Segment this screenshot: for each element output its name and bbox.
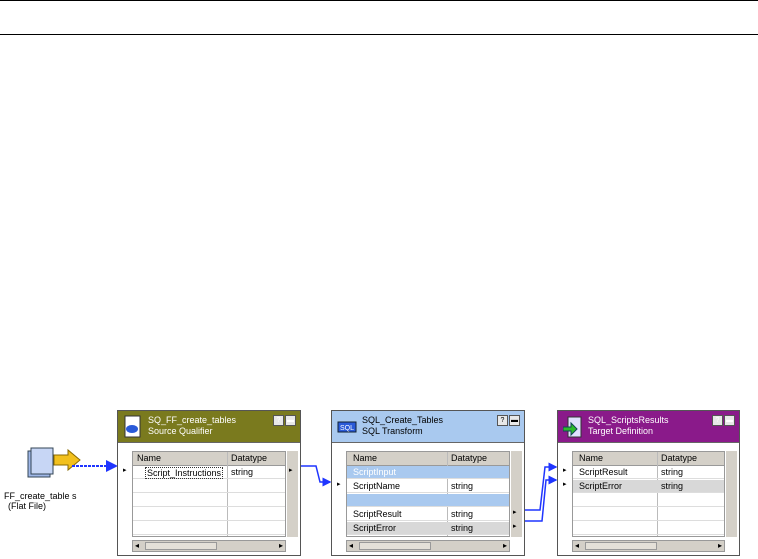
scroll-left-icon[interactable]: ◂: [135, 541, 139, 550]
flat-file-source[interactable]: FF_create_table s (Flat File): [4, 445, 94, 511]
port-name: Script_Instructions: [145, 467, 224, 479]
table-row: [133, 522, 285, 535]
sqltx-subtitle: SQL Transform: [362, 426, 423, 436]
source-name: FF_create_table s: [4, 491, 77, 501]
col-name-header: Name: [137, 453, 162, 463]
source-qualifier-icon: [124, 415, 141, 438]
ports-grid: Name Datatype ScriptResult string Script…: [572, 451, 725, 537]
top-rule: [0, 0, 758, 1]
qualifier-subtitle: Source Qualifier: [148, 426, 213, 436]
table-row: [573, 494, 724, 507]
port-name: ScriptError: [353, 523, 397, 533]
scroll-right-icon[interactable]: ▸: [718, 541, 722, 550]
port-arrow-icon: ▸: [337, 481, 341, 488]
scroll-thumb[interactable]: [359, 542, 431, 550]
table-row[interactable]: Script_Instructions string: [133, 466, 285, 479]
header-rule: [0, 34, 758, 35]
col-name-header: Name: [353, 453, 378, 463]
flat-file-icon: [27, 447, 81, 478]
minimize-icon[interactable]: ▬: [724, 415, 735, 426]
port-name: ScriptError: [579, 481, 623, 491]
port-arrow-icon: ▸: [289, 467, 293, 474]
grid-header: Name Datatype: [573, 452, 724, 466]
table-row[interactable]: ScriptResult string: [347, 508, 509, 521]
port-arrow-icon: ▸: [563, 481, 567, 488]
svg-text:SQL: SQL: [340, 425, 354, 432]
ports-grid: Name Datatype ScriptInput ScriptName str…: [346, 451, 510, 537]
port-name: ScriptName: [353, 481, 401, 491]
horizontal-scrollbar[interactable]: ◂ ▸: [346, 540, 510, 552]
table-row: [573, 522, 724, 535]
table-row: [573, 508, 724, 521]
minimize-icon[interactable]: ▬: [509, 415, 520, 426]
col-name-header: Name: [579, 453, 604, 463]
source-type: (Flat File): [8, 501, 46, 511]
scroll-right-icon[interactable]: ▸: [503, 541, 507, 550]
group-label: ScriptInput: [353, 467, 397, 477]
table-row[interactable]: ScriptName string: [347, 480, 509, 493]
minimize-icon[interactable]: ▬: [285, 415, 296, 426]
ports-grid: Name Datatype Script_Instructions string: [132, 451, 286, 537]
table-row[interactable]: ScriptError string: [347, 522, 509, 535]
grid-header: Name Datatype: [347, 452, 509, 466]
qualifier-titlebar[interactable]: SQ_FF_create_tables Source Qualifier ? ▬: [118, 411, 300, 443]
col-type-header: Datatype: [451, 453, 488, 463]
source-qualifier-node[interactable]: SQ_FF_create_tables Source Qualifier ? ▬…: [117, 410, 301, 556]
port-type: string: [451, 481, 474, 491]
port-arrow-icon: ▸: [513, 523, 517, 530]
input-port-strip: ▸: [122, 451, 131, 537]
sqltx-titlebar[interactable]: SQL SQL_Create_Tables SQL Transform ? ▬: [332, 411, 524, 443]
target-titlebar[interactable]: SQL_ScriptsResults Target Definition ? ▬: [558, 411, 739, 443]
port-name: ScriptResult: [353, 509, 402, 519]
port-type: string: [451, 509, 474, 519]
input-port-strip: ▸: [336, 451, 345, 537]
help-icon[interactable]: ?: [273, 415, 284, 426]
qualifier-title: SQ_FF_create_tables: [148, 415, 237, 425]
port-type: string: [231, 467, 254, 477]
port-arrow-icon: ▸: [513, 509, 517, 516]
output-port-strip: [726, 451, 737, 537]
group-row-output[interactable]: [347, 494, 509, 507]
port-arrow-icon: ▸: [123, 467, 127, 474]
target-subtitle: Target Definition: [588, 426, 654, 436]
port-type: string: [661, 467, 684, 477]
col-type-header: Datatype: [231, 453, 268, 463]
output-port-strip: ▸: [287, 451, 298, 537]
scroll-left-icon[interactable]: ◂: [575, 541, 579, 550]
scroll-left-icon[interactable]: ◂: [349, 541, 353, 550]
help-icon[interactable]: ?: [497, 415, 508, 426]
table-row[interactable]: ScriptResult string: [573, 466, 724, 479]
target-definition-icon: [563, 416, 582, 438]
input-port-strip: ▸ ▸: [562, 451, 571, 537]
help-icon[interactable]: ?: [712, 415, 723, 426]
scroll-thumb[interactable]: [585, 542, 657, 550]
horizontal-scrollbar[interactable]: ◂ ▸: [132, 540, 286, 552]
table-row: [133, 480, 285, 493]
output-port-strip: ▸ ▸: [511, 451, 522, 537]
port-type: string: [451, 523, 474, 533]
scroll-thumb[interactable]: [145, 542, 217, 550]
horizontal-scrollbar[interactable]: ◂ ▸: [572, 540, 725, 552]
port-type: string: [661, 481, 684, 491]
target-definition-node[interactable]: SQL_ScriptsResults Target Definition ? ▬…: [557, 410, 740, 556]
port-name: ScriptResult: [579, 467, 628, 477]
sql-transform-icon: SQL: [337, 421, 357, 433]
scroll-right-icon[interactable]: ▸: [279, 541, 283, 550]
col-type-header: Datatype: [661, 453, 698, 463]
table-row[interactable]: ScriptError string: [573, 480, 724, 493]
port-arrow-icon: ▸: [563, 467, 567, 474]
group-row-input[interactable]: ScriptInput: [347, 466, 509, 479]
grid-header: Name Datatype: [133, 452, 285, 466]
sqltx-title: SQL_Create_Tables: [362, 415, 444, 425]
table-row: [133, 494, 285, 507]
sql-transform-node[interactable]: SQL SQL_Create_Tables SQL Transform ? ▬ …: [331, 410, 525, 556]
table-row: [133, 508, 285, 521]
target-title: SQL_ScriptsResults: [588, 415, 669, 425]
